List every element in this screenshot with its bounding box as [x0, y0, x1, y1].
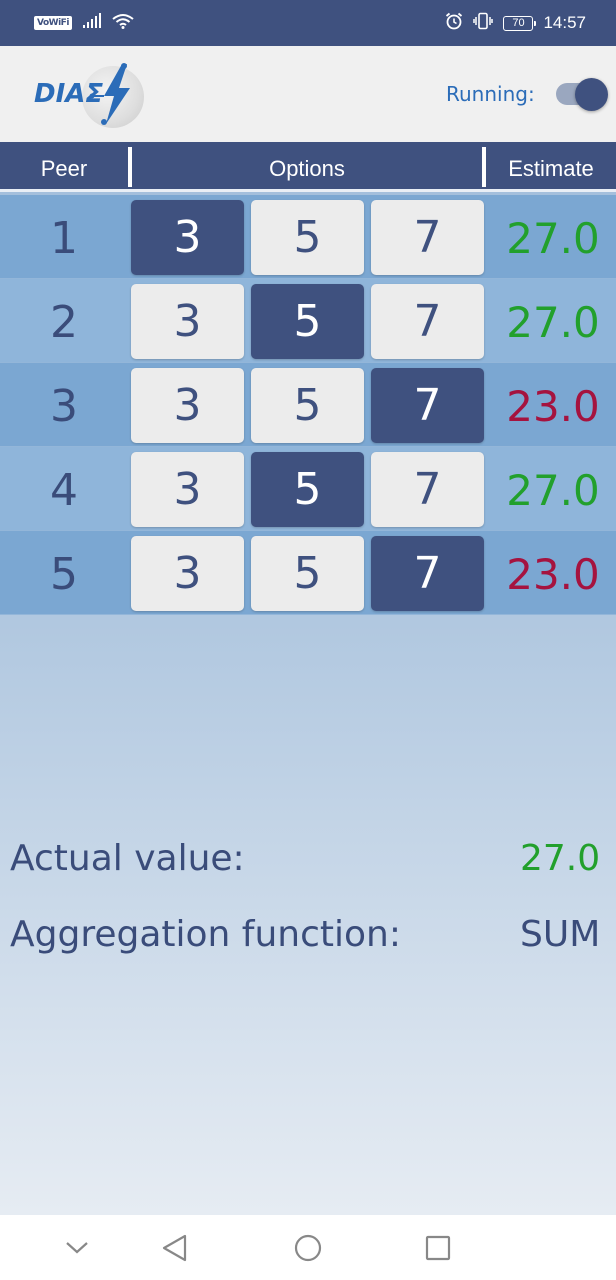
option-button[interactable]: 7	[371, 536, 484, 611]
peer-row: 5 3 5 7 23.0	[0, 531, 616, 615]
actual-value-label: Actual value:	[10, 838, 245, 879]
toggle-thumb[interactable]	[575, 78, 608, 111]
signal-icon	[82, 13, 102, 33]
vibrate-icon	[473, 12, 494, 34]
chevron-down-icon[interactable]	[60, 1231, 94, 1265]
vowifi-badge: VoWiFi	[34, 16, 72, 30]
header-options: Options	[269, 156, 345, 181]
main-area: Peer Options Estimate 1 3 5 7 27.0 2 3 5 7 27.0 3 3…	[0, 142, 616, 1215]
back-icon[interactable]	[158, 1231, 192, 1265]
option-button[interactable]: 7	[371, 368, 484, 443]
running-toggle[interactable]	[556, 78, 610, 111]
status-time: 14:57	[543, 13, 586, 32]
status-right: 70 14:57	[445, 12, 586, 34]
logo-text: DIAΣ	[34, 79, 104, 109]
peer-number: 3	[50, 381, 78, 432]
peer-number: 4	[50, 465, 78, 516]
option-button[interactable]: 5	[251, 200, 364, 275]
option-button[interactable]: 5	[251, 452, 364, 527]
app-bar: DIAΣ Running:	[0, 46, 616, 142]
recent-apps-icon[interactable]	[421, 1231, 455, 1265]
option-button[interactable]: 5	[251, 536, 364, 611]
aggregation-function-label: Aggregation function:	[10, 914, 401, 955]
peer-row: 3 3 5 7 23.0	[0, 363, 616, 447]
alarm-icon	[445, 12, 463, 34]
dias-logo: DIAΣ	[34, 62, 146, 128]
option-button[interactable]: 3	[131, 368, 244, 443]
estimate-value: 27.0	[506, 298, 600, 347]
estimate-value: 23.0	[506, 550, 600, 599]
estimate-value: 23.0	[506, 382, 600, 431]
option-button[interactable]: 3	[131, 536, 244, 611]
aggregation-function-value: SUM	[520, 914, 601, 955]
peer-number: 5	[50, 549, 78, 600]
peer-number: 1	[50, 213, 78, 264]
header-peer: Peer	[40, 156, 88, 181]
option-button[interactable]: 5	[251, 284, 364, 359]
navigation-bar	[0, 1215, 616, 1280]
table-header: Peer Options Estimate	[0, 142, 616, 192]
option-button[interactable]: 3	[131, 200, 244, 275]
wifi-icon	[112, 13, 134, 33]
estimate-value: 27.0	[506, 466, 600, 515]
peer-number: 2	[50, 297, 78, 348]
running-label: Running:	[446, 82, 535, 106]
actual-value: 27.0	[520, 838, 601, 879]
peer-table: 1 3 5 7 27.0 2 3 5 7 27.0 3 3 5 7 23.0 4 3 5 7 27.0 5 3 5 7 23.0	[0, 195, 616, 615]
peer-row: 1 3 5 7 27.0	[0, 195, 616, 279]
option-button[interactable]: 7	[371, 452, 484, 527]
home-icon[interactable]	[291, 1231, 325, 1265]
header-estimate: Estimate	[508, 156, 594, 181]
option-button[interactable]: 7	[371, 200, 484, 275]
option-button[interactable]: 5	[251, 368, 364, 443]
option-button[interactable]: 3	[131, 452, 244, 527]
battery-icon: 70	[503, 15, 537, 31]
status-bar: VoWiFi 70 14:57	[0, 0, 616, 46]
peer-row: 4 3 5 7 27.0	[0, 447, 616, 531]
peer-row: 2 3 5 7 27.0	[0, 279, 616, 363]
estimate-value: 27.0	[506, 214, 600, 263]
option-button[interactable]: 7	[371, 284, 484, 359]
option-button[interactable]: 3	[131, 284, 244, 359]
status-left: VoWiFi	[34, 13, 134, 33]
